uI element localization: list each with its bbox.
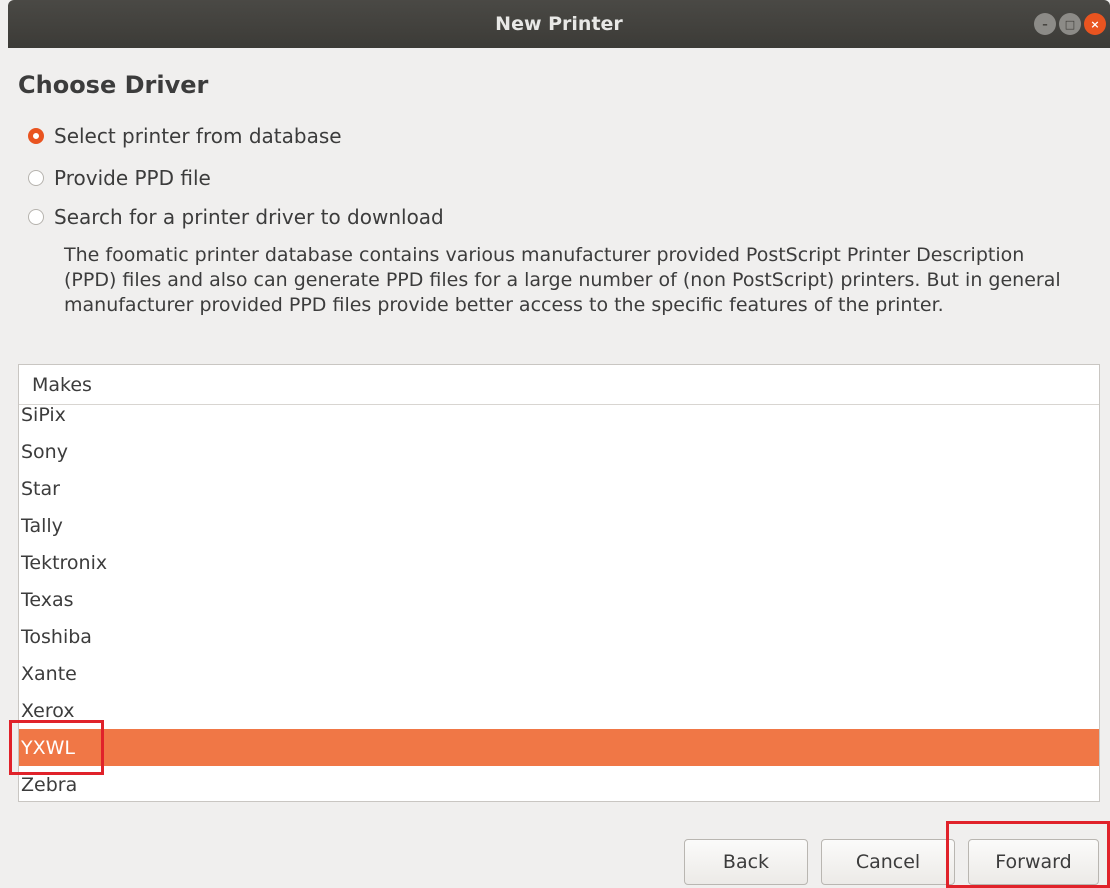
- window-title: New Printer: [495, 13, 623, 35]
- list-item[interactable]: Xerox: [19, 692, 1099, 729]
- list-item-label: Star: [21, 477, 60, 500]
- list-item[interactable]: Sony: [19, 433, 1099, 470]
- list-item-label: SiPix: [21, 403, 66, 426]
- list-item[interactable]: Star: [19, 470, 1099, 507]
- list-item-label: Toshiba: [21, 625, 92, 648]
- database-description: The foomatic printer database contains v…: [64, 244, 1061, 316]
- list-item-label: Xerox: [21, 699, 75, 722]
- list-item-label: Xante: [21, 662, 77, 685]
- window-titlebar: New Printer – □ ×: [8, 0, 1110, 48]
- radio-unchecked-icon[interactable]: [28, 170, 44, 186]
- list-item[interactable]: Tally: [19, 507, 1099, 544]
- radio-label[interactable]: Select printer from database: [54, 124, 342, 148]
- window-controls: – □ ×: [1034, 13, 1106, 35]
- list-item[interactable]: Zebra: [19, 766, 1099, 801]
- radio-checked-icon[interactable]: [28, 128, 44, 144]
- list-item-selected[interactable]: YXWL: [19, 729, 1099, 766]
- list-item[interactable]: SiPix: [19, 396, 1099, 433]
- list-item-label: Texas: [21, 588, 74, 611]
- radio-unchecked-icon[interactable]: [28, 209, 44, 225]
- radio-select-from-database[interactable]: Select printer from database: [28, 124, 342, 148]
- radio-label[interactable]: Search for a printer driver to download: [54, 205, 444, 229]
- list-item-label: Tektronix: [21, 551, 108, 574]
- list-item-label: Zebra: [21, 773, 78, 796]
- close-icon[interactable]: ×: [1084, 13, 1106, 35]
- makes-header-label: Makes: [32, 373, 92, 396]
- minimize-icon[interactable]: –: [1034, 13, 1056, 35]
- list-item[interactable]: Texas: [19, 581, 1099, 618]
- makes-rows: SiPix Sony Star Tally Tektronix Texas To…: [19, 396, 1099, 801]
- list-item[interactable]: Toshiba: [19, 618, 1099, 655]
- cancel-button[interactable]: Cancel: [821, 839, 955, 885]
- list-item[interactable]: Xante: [19, 655, 1099, 692]
- makes-list[interactable]: Makes SiPix Sony Star Tally Tektronix Te…: [18, 364, 1100, 802]
- radio-search-driver[interactable]: Search for a printer driver to download: [28, 205, 444, 229]
- list-item-label: Tally: [21, 514, 63, 537]
- radio-label[interactable]: Provide PPD file: [54, 166, 211, 190]
- back-button[interactable]: Back: [684, 839, 808, 885]
- list-item[interactable]: Tektronix: [19, 544, 1099, 581]
- maximize-icon[interactable]: □: [1059, 13, 1081, 35]
- list-item-label: Sony: [21, 440, 68, 463]
- page-title: Choose Driver: [18, 71, 209, 99]
- radio-provide-ppd[interactable]: Provide PPD file: [28, 166, 211, 190]
- forward-button[interactable]: Forward: [968, 839, 1099, 885]
- list-item-label: YXWL: [21, 736, 75, 759]
